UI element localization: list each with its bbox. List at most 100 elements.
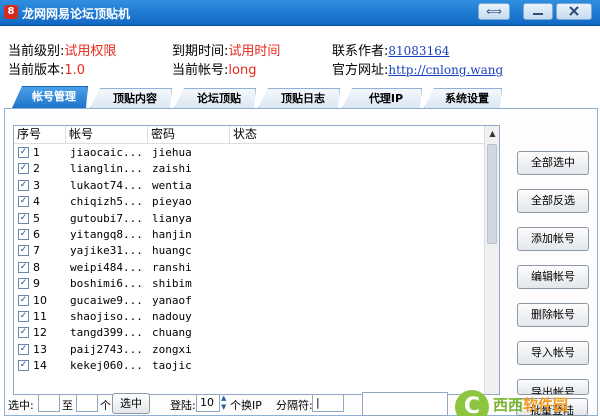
close-button[interactable] bbox=[556, 3, 592, 20]
add-account-button[interactable]: 添加帐号 bbox=[517, 227, 589, 251]
unit-label: 个 bbox=[100, 399, 111, 412]
row-account: shaojiso... bbox=[70, 309, 143, 323]
tab-proxy-ip[interactable]: 代理IP bbox=[342, 88, 422, 108]
row-password: yanaof bbox=[152, 293, 192, 307]
row-password: pieyao bbox=[152, 195, 192, 209]
tab-account-manage[interactable]: 帐号管理 bbox=[12, 86, 88, 108]
row-index: 12 bbox=[33, 326, 47, 340]
row-password: huangc bbox=[152, 244, 192, 258]
row-password: zaishi bbox=[152, 162, 192, 176]
author-info: 联系作者:81083164 bbox=[332, 40, 449, 59]
tab-forum-bump[interactable]: 论坛顶贴 bbox=[174, 88, 256, 108]
restore-button[interactable]: ⟺ bbox=[478, 3, 510, 20]
row-checkbox[interactable]: ✓ bbox=[18, 261, 29, 273]
watermark-text: 西西软件园 bbox=[493, 394, 568, 415]
row-password: ranshi bbox=[152, 260, 192, 274]
author-label: 联系作者: bbox=[332, 44, 389, 59]
tab-post-content[interactable]: 顶贴内容 bbox=[90, 88, 172, 108]
login-count-input[interactable]: 10 bbox=[196, 394, 220, 412]
scroll-thumb[interactable] bbox=[487, 144, 497, 244]
table-row[interactable]: ✓ 10 gucaiwe9... yanaof bbox=[14, 293, 484, 309]
select-range-button[interactable]: 选中 bbox=[112, 393, 150, 414]
account-list[interactable]: 序号 帐号 密码 状态 ✓ 1 jiaocaic... jiehua ✓ 2 liangli… bbox=[13, 125, 500, 395]
row-checkbox[interactable]: ✓ bbox=[18, 310, 29, 322]
watermark-icon: C bbox=[455, 390, 489, 416]
column-header-index[interactable]: 序号 bbox=[14, 126, 66, 144]
row-password: zongxi bbox=[152, 342, 192, 356]
edit-account-button[interactable]: 编辑帐号 bbox=[517, 265, 589, 289]
row-index: 5 bbox=[33, 211, 40, 225]
row-checkbox[interactable]: ✓ bbox=[18, 343, 29, 355]
table-row[interactable]: ✓ 8 weipi484... ranshi bbox=[14, 260, 484, 276]
delete-account-button[interactable]: 删除帐号 bbox=[517, 303, 589, 327]
row-account: boshimi6... bbox=[70, 277, 143, 291]
table-row[interactable]: ✓ 13 paij2743... zongxi bbox=[14, 342, 484, 358]
site-watermark-logo: C 西西软件园 bbox=[455, 388, 593, 416]
table-row[interactable]: ✓ 14 kekej060... taojic bbox=[14, 358, 484, 374]
version-label: 当前版本: bbox=[8, 63, 65, 78]
row-checkbox[interactable]: ✓ bbox=[18, 147, 29, 158]
row-checkbox[interactable]: ✓ bbox=[18, 278, 29, 290]
table-row[interactable]: ✓ 9 boshimi6... shibim bbox=[14, 276, 484, 292]
expire-value: 试用时间 bbox=[228, 44, 281, 59]
list-rows: ✓ 1 jiaocaic... jiehua ✓ 2 lianglin... zaishi ✓ 3… bbox=[14, 145, 484, 374]
row-checkbox[interactable]: ✓ bbox=[18, 327, 29, 339]
row-index: 13 bbox=[33, 342, 47, 356]
row-password: wentia bbox=[152, 178, 192, 192]
title-bar[interactable]: 8 龙网网易论坛顶贴机 ⟺ bbox=[0, 0, 600, 26]
table-row[interactable]: ✓ 4 chiqizh5... pieyao bbox=[14, 194, 484, 210]
table-row[interactable]: ✓ 5 gutoubi7... lianya bbox=[14, 211, 484, 227]
row-account: yitangq8... bbox=[70, 227, 143, 241]
row-account: lianglin... bbox=[70, 162, 143, 176]
site-label: 官方网址: bbox=[332, 63, 389, 78]
column-header-password[interactable]: 密码 bbox=[148, 126, 230, 144]
row-checkbox[interactable]: ✓ bbox=[18, 360, 29, 372]
login-label: 登陆: bbox=[170, 399, 196, 412]
site-info: 官方网址:http://cnlong.wang bbox=[332, 59, 503, 78]
login-count-spinner[interactable]: ▲ ▼ bbox=[221, 394, 229, 412]
row-account: gucaiwe9... bbox=[70, 293, 143, 307]
invert-selection-button[interactable]: 全部反选 bbox=[517, 189, 589, 213]
row-checkbox[interactable]: ✓ bbox=[18, 196, 29, 208]
account-value: long bbox=[228, 63, 257, 78]
separator-input[interactable]: | bbox=[312, 394, 344, 412]
table-row[interactable]: ✓ 12 tangd399... chuang bbox=[14, 325, 484, 341]
column-header-account[interactable]: 帐号 bbox=[66, 126, 148, 144]
row-index: 1 bbox=[33, 146, 40, 159]
site-link[interactable]: http://cnlong.wang bbox=[388, 63, 503, 77]
tab-bump-log[interactable]: 顶贴日志 bbox=[258, 88, 340, 108]
row-account: chiqizh5... bbox=[70, 195, 143, 209]
table-row[interactable]: ✓ 6 yitangq8... hanjin bbox=[14, 227, 484, 243]
row-checkbox[interactable]: ✓ bbox=[18, 228, 29, 240]
row-checkbox[interactable]: ✓ bbox=[18, 212, 29, 224]
row-checkbox[interactable]: ✓ bbox=[18, 245, 29, 257]
row-account: kekej060... bbox=[70, 359, 143, 373]
select-to-input[interactable] bbox=[76, 394, 98, 412]
row-checkbox[interactable]: ✓ bbox=[18, 294, 29, 306]
table-row[interactable]: ✓ 7 yajike31... huangc bbox=[14, 243, 484, 259]
row-password: nadouy bbox=[152, 309, 192, 323]
tab-settings[interactable]: 系统设置 bbox=[424, 88, 502, 108]
row-checkbox[interactable]: ✓ bbox=[18, 163, 29, 175]
table-row[interactable]: ✓ 1 jiaocaic... jiehua bbox=[14, 145, 484, 161]
scroll-up-icon[interactable]: ▲ bbox=[485, 126, 499, 142]
vertical-scrollbar[interactable]: ▲ bbox=[484, 126, 499, 394]
table-row[interactable]: ✓ 2 lianglin... zaishi bbox=[14, 161, 484, 177]
table-row[interactable]: ✓ 11 shaojiso... nadouy bbox=[14, 309, 484, 325]
row-account: weipi484... bbox=[70, 260, 143, 274]
close-icon bbox=[569, 6, 579, 16]
account-label: 当前帐号: bbox=[172, 63, 229, 78]
table-row[interactable]: ✓ 3 lukaot74... wentia bbox=[14, 178, 484, 194]
import-account-button[interactable]: 导入帐号 bbox=[517, 341, 589, 365]
list-header: 序号 帐号 密码 状态 bbox=[14, 126, 484, 144]
row-checkbox[interactable]: ✓ bbox=[18, 179, 29, 191]
account-info: 当前帐号:long bbox=[172, 59, 256, 78]
version-value: 1.0 bbox=[64, 63, 86, 78]
row-index: 11 bbox=[33, 309, 47, 323]
author-link[interactable]: 81083164 bbox=[388, 44, 449, 58]
column-header-status[interactable]: 状态 bbox=[230, 126, 484, 144]
select-all-button[interactable]: 全部选中 bbox=[517, 151, 589, 175]
minimize-button[interactable] bbox=[523, 3, 553, 20]
row-password: hanjin bbox=[152, 227, 192, 241]
select-from-input[interactable] bbox=[38, 394, 60, 412]
